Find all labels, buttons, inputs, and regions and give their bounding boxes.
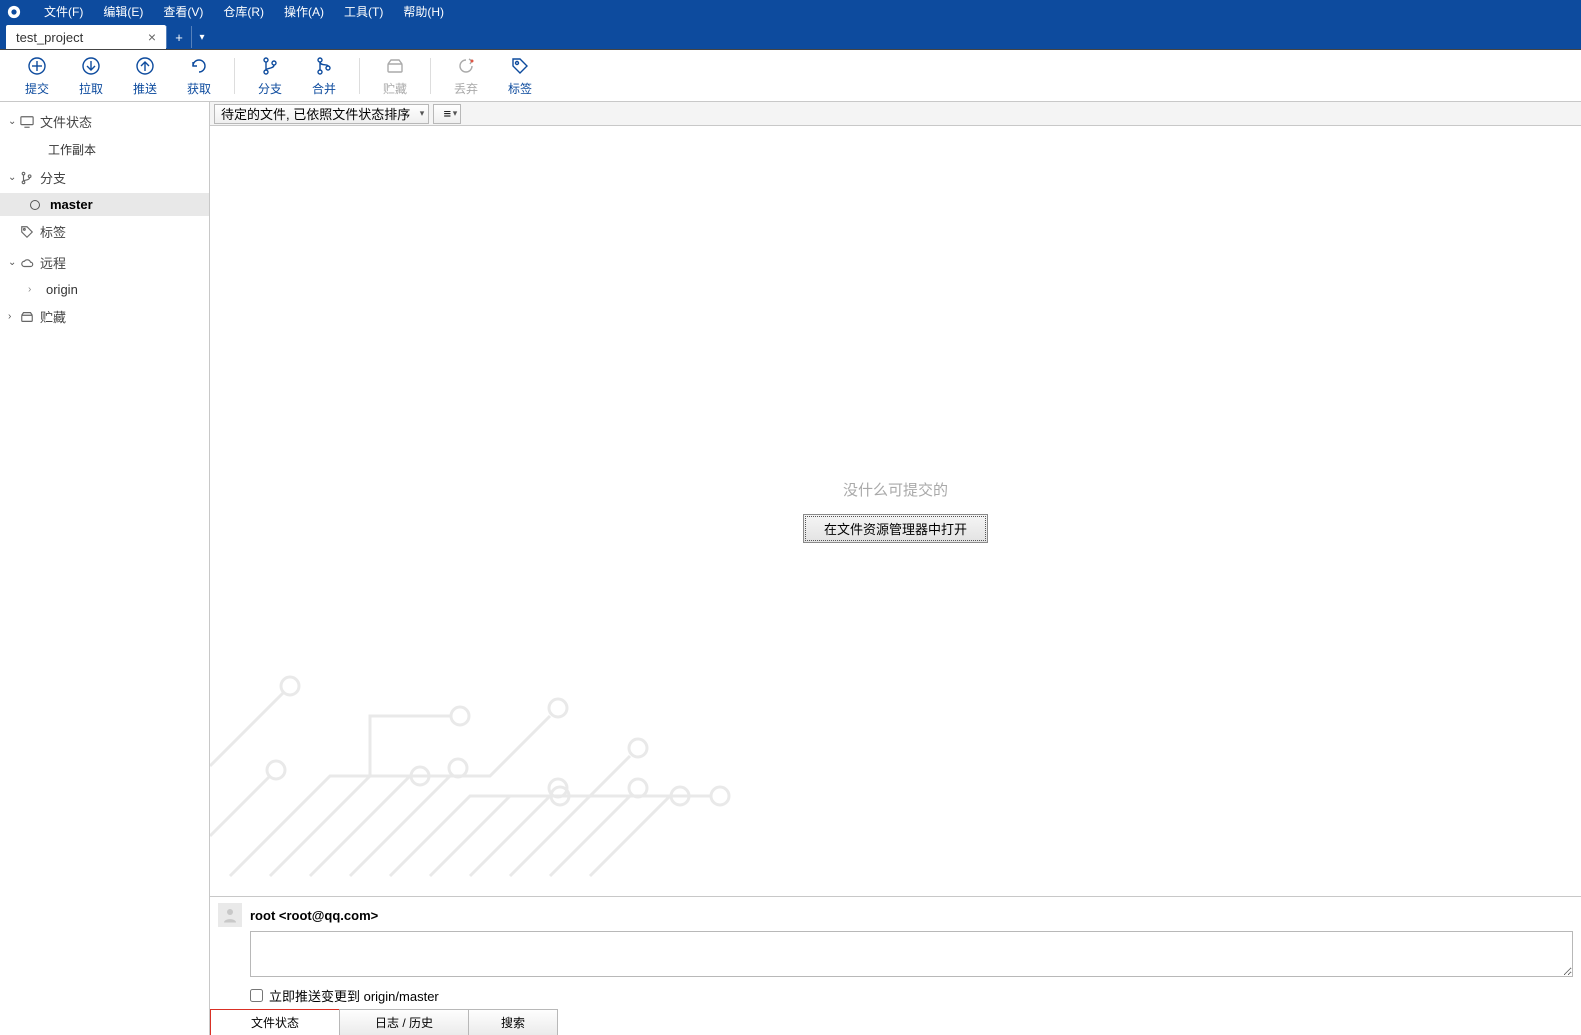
sidebar-files-label: 文件状态 <box>40 112 92 131</box>
tab-dropdown-icon[interactable]: ▾ <box>192 26 212 48</box>
fetch-button[interactable]: 获取 <box>172 51 226 101</box>
pull-icon <box>81 54 101 78</box>
commit-button[interactable]: 提交 <box>10 51 64 101</box>
open-in-explorer-button[interactable]: 在文件资源管理器中打开 <box>803 514 988 543</box>
toolbar-separator-2 <box>359 58 360 94</box>
sidebar-remote-origin[interactable]: › origin <box>0 278 209 301</box>
discard-button[interactable]: 丢弃 <box>439 51 493 101</box>
cloud-icon <box>20 256 40 270</box>
chevron-down-icon: ⌄ <box>8 257 20 268</box>
bottom-tab-bar: 文件状态 日志 / 历史 搜索 <box>210 1005 557 1035</box>
stash-label: 贮藏 <box>383 80 407 97</box>
merge-label: 合并 <box>312 80 336 97</box>
fetch-icon <box>189 54 209 78</box>
sidebar-files-header[interactable]: ⌄ 文件状态 <box>0 106 209 137</box>
sidebar-tags-header[interactable]: 标签 <box>0 216 209 247</box>
push-label: 推送 <box>133 80 157 97</box>
branch-name: master <box>50 197 93 212</box>
stash-icon <box>385 54 405 78</box>
pull-label: 拉取 <box>79 80 103 97</box>
toolbar-separator <box>234 58 235 94</box>
merge-button[interactable]: 合并 <box>297 51 351 101</box>
close-tab-icon[interactable]: × <box>148 29 156 45</box>
stash-button[interactable]: 贮藏 <box>368 51 422 101</box>
repo-tab[interactable]: test_project × <box>6 25 166 49</box>
toolbar: 提交 拉取 推送 获取 分支 合并 贮藏 <box>0 50 1581 102</box>
menu-help[interactable]: 帮助(H) <box>393 0 454 24</box>
filter-bar: 待定的文件, 已依照文件状态排序 ≡ <box>210 102 1581 126</box>
repo-tab-label: test_project <box>16 30 83 45</box>
menu-view[interactable]: 查看(V) <box>153 0 213 24</box>
tab-search[interactable]: 搜索 <box>468 1009 558 1035</box>
sidebar: ⌄ 文件状态 工作副本 ⌄ 分支 master 标签 ⌄ <box>0 102 210 1035</box>
merge-icon <box>314 54 334 78</box>
commit-user-line: root <root@qq.com> <box>250 908 378 923</box>
commit-label: 提交 <box>25 80 49 97</box>
commit-panel: root <root@qq.com> 立即推送变更到 origin/master… <box>210 896 1581 1035</box>
tab-file-status[interactable]: 文件状态 <box>210 1009 340 1035</box>
discard-icon <box>456 54 476 78</box>
tag-button[interactable]: 标签 <box>493 51 547 101</box>
sidebar-stashes-header[interactable]: › 贮藏 <box>0 301 209 332</box>
add-tab-button[interactable]: + <box>166 26 192 48</box>
monitor-icon <box>20 115 40 129</box>
chevron-down-icon: ⌄ <box>8 116 20 127</box>
tab-log-history[interactable]: 日志 / 历史 <box>339 1009 469 1035</box>
toolbar-separator-3 <box>430 58 431 94</box>
tag-small-icon <box>20 225 40 239</box>
app-logo-icon <box>6 4 22 20</box>
branch-small-icon <box>20 171 40 185</box>
push-icon <box>135 54 155 78</box>
commit-icon <box>27 54 47 78</box>
tab-bar: test_project × + ▾ <box>0 24 1581 50</box>
sidebar-stashes-label: 贮藏 <box>40 307 66 326</box>
branch-icon <box>260 54 280 78</box>
user-avatar-icon <box>218 903 242 927</box>
commit-message-input[interactable] <box>250 931 1573 977</box>
pull-button[interactable]: 拉取 <box>64 51 118 101</box>
view-mode-dropdown[interactable]: ≡ <box>433 104 461 124</box>
push-immediately-checkbox[interactable] <box>250 989 263 1002</box>
menu-tools[interactable]: 工具(T) <box>334 0 393 24</box>
menu-bar: 文件(F) 编辑(E) 查看(V) 仓库(R) 操作(A) 工具(T) 帮助(H… <box>0 0 1581 24</box>
sidebar-working-copy[interactable]: 工作副本 <box>0 137 209 162</box>
current-branch-icon <box>30 200 40 210</box>
discard-label: 丢弃 <box>454 80 478 97</box>
push-button[interactable]: 推送 <box>118 51 172 101</box>
tag-icon <box>510 54 530 78</box>
sidebar-tags-label: 标签 <box>40 222 66 241</box>
menu-repo[interactable]: 仓库(R) <box>213 0 274 24</box>
branch-label: 分支 <box>258 80 282 97</box>
menu-edit[interactable]: 编辑(E) <box>93 0 153 24</box>
menu-file[interactable]: 文件(F) <box>34 0 93 24</box>
sidebar-branches-header[interactable]: ⌄ 分支 <box>0 162 209 193</box>
content-area: 待定的文件, 已依照文件状态排序 ≡ 没什么可提交的 <box>210 102 1581 1035</box>
pending-files-label: 待定的文件, 已依照文件状态排序 <box>221 104 410 123</box>
list-icon: ≡ <box>443 106 451 121</box>
sidebar-branches-label: 分支 <box>40 168 66 187</box>
background-circuit-decoration <box>210 636 770 896</box>
chevron-right-icon: › <box>8 311 20 322</box>
fetch-label: 获取 <box>187 80 211 97</box>
chevron-down-icon: ⌄ <box>8 172 20 183</box>
sidebar-remotes-label: 远程 <box>40 253 66 272</box>
menu-actions[interactable]: 操作(A) <box>274 0 334 24</box>
push-immediately-label: 立即推送变更到 origin/master <box>269 986 439 1005</box>
branch-button[interactable]: 分支 <box>243 51 297 101</box>
chevron-right-icon: › <box>28 284 40 295</box>
pending-files-dropdown[interactable]: 待定的文件, 已依照文件状态排序 <box>214 104 429 124</box>
empty-state: 没什么可提交的 在文件资源管理器中打开 <box>210 126 1581 896</box>
sidebar-remotes-header[interactable]: ⌄ 远程 <box>0 247 209 278</box>
sidebar-branch-master[interactable]: master <box>0 193 209 216</box>
remote-name: origin <box>46 282 78 297</box>
stash-small-icon <box>20 310 40 324</box>
nothing-to-commit-text: 没什么可提交的 <box>843 479 948 500</box>
tag-label: 标签 <box>508 80 532 97</box>
